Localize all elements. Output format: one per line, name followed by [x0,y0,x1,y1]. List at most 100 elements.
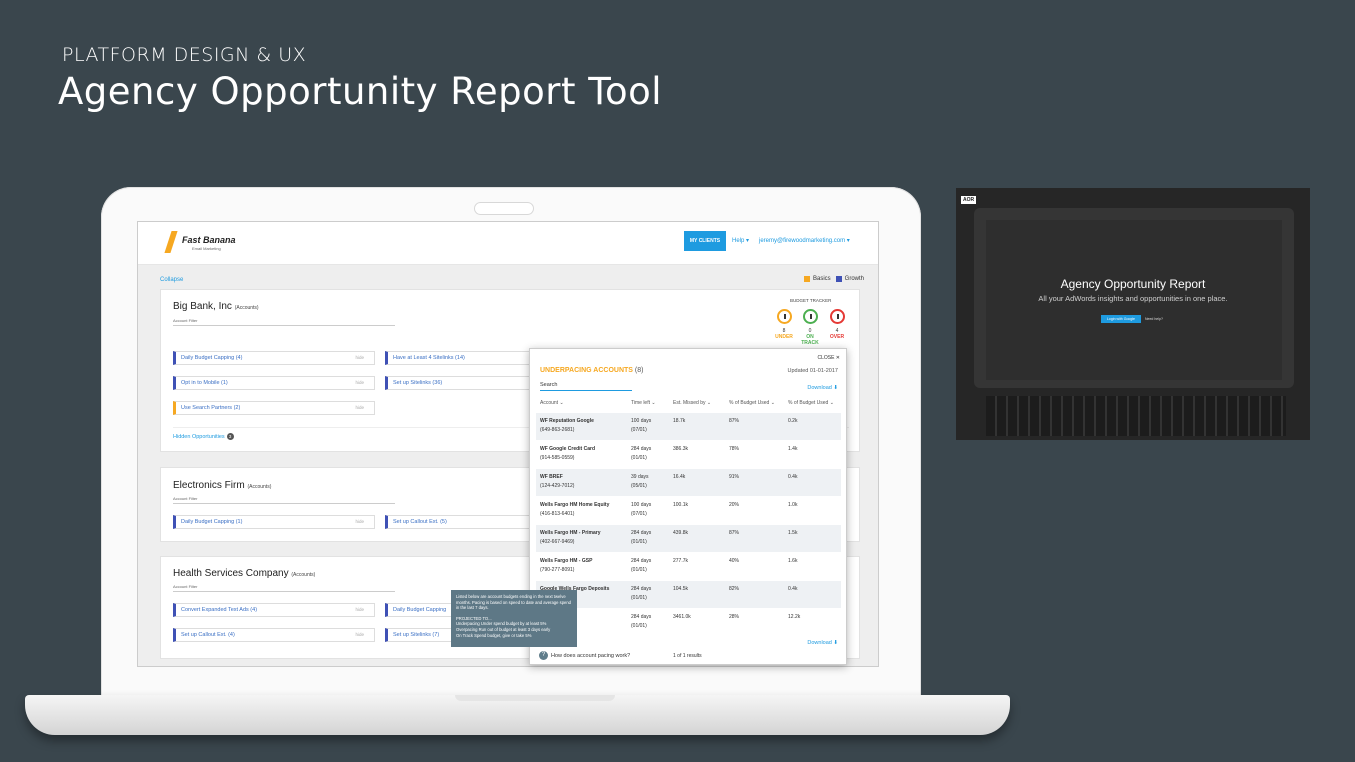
app-logo[interactable]: Fast Banana Email Marketing [164,231,238,257]
account-name: Wells Fargo HM - GSP [540,558,593,564]
need-help-link[interactable]: Need help? [1145,317,1163,321]
hide-link[interactable]: hide [355,516,364,528]
client-name[interactable]: Health Services Company (Accounts) [173,568,315,579]
hide-link[interactable]: hide [355,402,364,414]
opportunity-item[interactable]: Daily Budget Capping (4) hide [173,351,375,365]
col-time-left[interactable]: Time left ⌄ [631,400,656,406]
over-gauge-icon[interactable] [830,309,845,324]
end-date: (05/01) [631,483,647,489]
col-account[interactable]: Account ⌄ [540,400,564,406]
pacing-help[interactable]: ? How does account pacing work? [539,651,630,660]
budget-used: 78% [729,446,740,452]
question-icon[interactable]: ? [539,651,548,660]
top-bar: Fast Banana Email Marketing MY CLIENTS H… [138,222,878,265]
my-clients-button[interactable]: MY CLIENTS [684,231,726,251]
opportunity-item[interactable]: Use Search Partners (2) hide [173,401,375,415]
hidden-count-badge: 3 [226,433,234,440]
time-left: 284 days [631,558,652,564]
time-left: 100 days [631,418,652,424]
pacing-tooltip: Listed below are account budgets ending … [451,590,577,647]
col-budget-used-2[interactable]: % of Budget Used ⌄ [788,400,834,406]
legend-basics: Basics [813,276,831,282]
hidden-opportunities-link[interactable]: Hidden Opportunities 3 [173,433,234,440]
basics-swatch [804,276,810,282]
table-row[interactable]: Wells Fargo HM - Primary (402-667-9469) 28… [536,525,841,552]
end-date: (01/01) [631,567,647,573]
table-row[interactable]: WF BREF (124-429-7012) 39 days (05/01) 16.4k… [536,469,841,496]
on-track-label: ON TRACK [801,334,819,346]
client-name[interactable]: Electronics Firm (Accounts) [173,480,271,491]
search-input[interactable]: Search [540,382,632,391]
close-button[interactable]: CLOSE ✕ [817,355,840,361]
col-budget-used[interactable]: % of Budget Used ⌄ [729,400,775,406]
updated-date: Updated 01-01-2017 [787,368,838,374]
under-label: UNDER [775,334,793,340]
end-date: (07/01) [631,427,647,433]
account-id: (416-813-6401) [540,511,575,517]
aor-logo: AOR [961,196,977,204]
client-name[interactable]: Big Bank, Inc (Accounts) [173,301,259,312]
account-id: (124-429-7012) [540,483,575,489]
budget-used: 28% [729,614,740,620]
account-id: (914-585-0559) [540,455,575,461]
account-name: WF Reputation Google [540,418,594,424]
col-est-missed[interactable]: Est. Missed by ⌄ [673,400,711,406]
budget-used-2: 1.0k [788,502,798,508]
est-missed: 3461.0k [673,614,691,620]
user-email-menu[interactable]: jeremy@firewoodmarketing.com ▾ [759,237,850,244]
budget-used-2: 1.5k [788,530,798,536]
on-track-gauge-icon[interactable] [803,309,818,324]
hide-link[interactable]: hide [355,352,364,364]
thumb-subtitle: All your AdWords insights and opportunit… [1038,294,1228,303]
table-row[interactable]: 284 days (01/01) 3461.0k 28% 12.2k [536,609,841,636]
est-missed: 100.1k [673,502,689,508]
table-row[interactable]: Wells Fargo HM Home Equity (416-813-6401)… [536,497,841,524]
logo-tagline: Email Marketing [192,246,221,251]
hide-link[interactable]: hide [355,629,364,641]
table-row[interactable]: WF Reputation Google (649-863-2681) 100 da… [536,413,841,440]
budget-used-2: 12.2k [788,614,801,620]
opportunity-item[interactable]: Opt in to Mobile (1) hide [173,376,375,390]
collapse-link[interactable]: Collapse [160,277,183,283]
opportunity-item[interactable]: Set up Callout Ext. (4) hide [173,628,375,642]
account-filter-input[interactable]: Account Filter [173,318,395,326]
est-missed: 18.7k [673,418,686,424]
account-filter-input[interactable]: Account Filter [173,496,395,504]
under-gauge-icon[interactable] [777,309,792,324]
download-button-bottom[interactable]: Download ⬇ [807,640,838,646]
end-date: (01/01) [631,595,647,601]
opportunity-item[interactable]: Have at Least 4 Sitelinks (14) [385,351,535,365]
end-date: (01/01) [631,623,647,629]
download-button[interactable]: Download ⬇ [807,385,838,391]
time-left: 39 days [631,474,649,480]
table-row[interactable]: Wells Fargo HM - GSP (790-277-8091) 284 da… [536,553,841,580]
opportunity-item[interactable]: Set up Sitelinks (36) [385,376,535,390]
keyboard-photo [986,396,1286,436]
help-menu[interactable]: Help ▾ [732,237,749,244]
budget-used-2: 0.4k [788,586,798,592]
end-date: (01/01) [631,539,647,545]
account-id: (790-277-8091) [540,567,575,573]
account-filter-input[interactable]: Account Filter [173,584,395,592]
opportunity-item[interactable]: Convert Expanded Text Ads (4) hide [173,603,375,617]
time-left: 100 days [631,502,652,508]
account-name: Wells Fargo HM Home Equity [540,502,610,508]
account-id: (649-863-2681) [540,427,575,433]
budget-tracker-label: BUDGET TRACKER [790,298,832,303]
budget-used: 82% [729,586,740,592]
budget-used-2: 0.2k [788,418,798,424]
hide-link[interactable]: hide [355,604,364,616]
budget-used: 87% [729,418,740,424]
opportunity-item[interactable]: Daily Budget Capping (1) hide [173,515,375,529]
hide-link[interactable]: hide [355,377,364,389]
login-google-button[interactable]: Login with Google [1101,315,1141,323]
table-row[interactable]: WF Google Credit Card (914-585-0559) 284 d… [536,441,841,468]
panel-title: UNDERPACING ACCOUNTS (8) [540,367,644,374]
opportunity-item[interactable]: Set up Callout Ext. (5) [385,515,535,529]
laptop-camera [474,202,534,215]
est-missed: 16.4k [673,474,686,480]
table-row[interactable]: Google Wells Fargo Deposits 284 days (01/0… [536,581,841,608]
over-label: OVER [829,334,845,340]
legend-growth: Growth [844,276,865,282]
budget-used: 20% [729,502,740,508]
